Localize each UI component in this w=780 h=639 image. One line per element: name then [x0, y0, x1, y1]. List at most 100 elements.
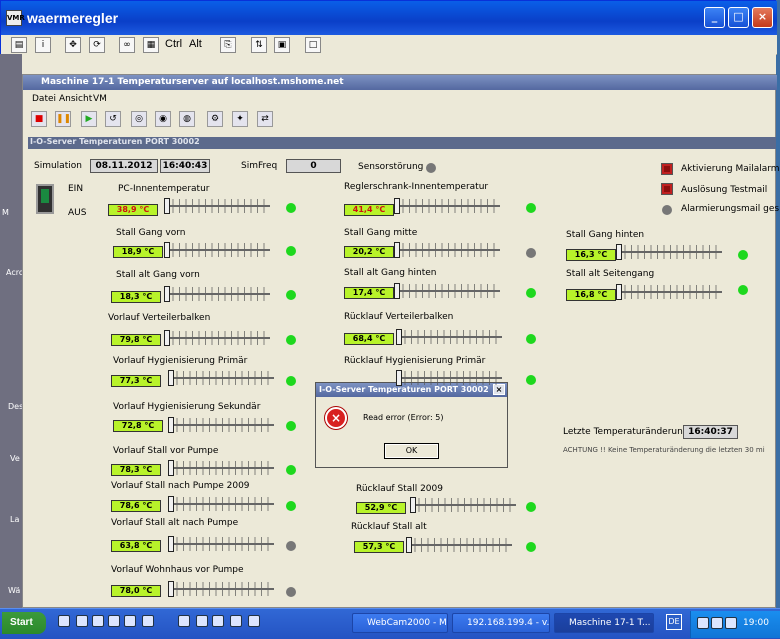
slider-thumb[interactable] [168, 536, 174, 552]
slider-thumb[interactable] [164, 330, 170, 346]
alt-key-button[interactable]: Alt [189, 38, 202, 50]
tray-security-icon[interactable] [725, 617, 737, 629]
task-maschine[interactable]: Maschine 17-1 T... [554, 613, 654, 633]
temperature-value: 16,8 °C [566, 289, 616, 301]
menu-vm[interactable]: VM [93, 94, 107, 104]
snapshot-icon[interactable]: ◎ [131, 111, 147, 127]
power-switch[interactable] [36, 184, 54, 214]
quicklaunch-app-icon[interactable] [124, 615, 136, 627]
temperature-slider[interactable] [164, 330, 274, 346]
vm-network-icon[interactable]: ✦ [232, 111, 248, 127]
ok-button[interactable]: OK [384, 443, 439, 459]
slider-thumb[interactable] [410, 497, 416, 513]
quicklaunch-tool-icon[interactable] [178, 615, 190, 627]
slider-thumb[interactable] [164, 286, 170, 302]
transfer-icon[interactable]: ⇅ [251, 37, 267, 53]
snapshot-manage-icon[interactable]: ◍ [179, 111, 195, 127]
temperature-slider[interactable] [164, 242, 274, 258]
test-mail-button[interactable] [661, 183, 673, 195]
quicklaunch-vm-icon[interactable] [248, 615, 260, 627]
quicklaunch-pen-icon[interactable] [196, 615, 208, 627]
save-icon[interactable]: ▣ [274, 37, 290, 53]
quicklaunch-ie-icon[interactable] [76, 615, 88, 627]
task-remote[interactable]: 192.168.199.4 - v... [452, 613, 550, 633]
tray-network-icon[interactable] [697, 617, 709, 629]
temperature-slider[interactable] [168, 536, 278, 552]
fullscreen-icon[interactable]: ✥ [65, 37, 81, 53]
vm-settings-icon[interactable]: ⚙ [207, 111, 223, 127]
slider-thumb[interactable] [616, 284, 622, 300]
close-button[interactable]: × [752, 7, 773, 28]
ctrl-key-button[interactable]: Ctrl [165, 38, 182, 50]
sensor-label: Vorlauf Stall vor Pumpe [113, 446, 219, 456]
inner-title-bar[interactable]: Maschine 17-1 Temperaturserver auf local… [23, 75, 777, 90]
minimize-button[interactable]: _ [704, 7, 725, 28]
slider-thumb[interactable] [164, 242, 170, 258]
temperature-slider[interactable] [616, 284, 726, 300]
stop-icon[interactable]: ■ [31, 111, 47, 127]
refresh-icon[interactable]: ⟳ [89, 37, 105, 53]
info-icon[interactable]: i [35, 37, 51, 53]
temperature-slider[interactable] [394, 242, 504, 258]
maximize-button[interactable]: □ [728, 7, 749, 28]
temperature-slider[interactable] [410, 497, 520, 513]
temperature-slider[interactable] [168, 581, 278, 597]
simfreq-value[interactable]: 0 [286, 159, 341, 173]
temperature-slider[interactable] [168, 417, 278, 433]
snapshot-restore-icon[interactable]: ◉ [155, 111, 171, 127]
slider-thumb[interactable] [168, 581, 174, 597]
slider-thumb[interactable] [394, 242, 400, 258]
quicklaunch-window-icon[interactable] [230, 615, 242, 627]
temperature-slider[interactable] [394, 198, 504, 214]
mail-alarm-button[interactable] [661, 163, 673, 175]
status-indicator [286, 465, 296, 475]
slider-thumb[interactable] [168, 496, 174, 512]
slider-thumb[interactable] [164, 198, 170, 214]
properties-icon[interactable]: ▤ [11, 37, 27, 53]
quicklaunch-paint-icon[interactable] [212, 615, 224, 627]
quicklaunch-folder-icon[interactable] [92, 615, 104, 627]
menu-datei[interactable]: Datei [32, 94, 56, 104]
frame-icon[interactable]: □ [305, 37, 321, 53]
slider-thumb[interactable] [406, 537, 412, 553]
slider-thumb[interactable] [396, 370, 402, 386]
slider-thumb[interactable] [394, 283, 400, 299]
vm-share-icon[interactable]: ⇄ [257, 111, 273, 127]
slider-thumb[interactable] [168, 460, 174, 476]
reset-icon[interactable]: ↺ [105, 111, 121, 127]
temperature-slider[interactable] [406, 537, 516, 553]
last-change-time: 16:40:37 [683, 425, 738, 439]
start-button[interactable]: Start [2, 612, 46, 634]
switch-knob[interactable] [41, 189, 49, 203]
slider-thumb[interactable] [394, 198, 400, 214]
copy-icon[interactable]: ⎘ [220, 37, 236, 53]
quicklaunch-desktop-icon[interactable] [58, 615, 70, 627]
quicklaunch-media-icon[interactable] [108, 615, 120, 627]
pause-icon[interactable]: ❚❚ [55, 111, 71, 127]
temperature-slider[interactable] [168, 496, 278, 512]
status-indicator [526, 288, 536, 298]
temperature-slider[interactable] [396, 370, 506, 386]
slider-thumb[interactable] [616, 244, 622, 260]
temperature-slider[interactable] [168, 370, 278, 386]
slider-thumb[interactable] [168, 417, 174, 433]
temperature-slider[interactable] [616, 244, 726, 260]
temperature-slider[interactable] [164, 198, 274, 214]
film-icon[interactable]: ▦ [143, 37, 159, 53]
language-indicator[interactable]: DE [666, 614, 682, 630]
temperature-slider[interactable] [168, 460, 278, 476]
slider-thumb[interactable] [168, 370, 174, 386]
slider-thumb[interactable] [396, 329, 402, 345]
link-icon[interactable]: ∞ [119, 37, 135, 53]
outer-title-bar[interactable]: VMR waermeregler _ □ × [1, 1, 777, 35]
temperature-slider[interactable] [394, 283, 504, 299]
temperature-value: 16,3 °C [566, 249, 616, 261]
menu-ansicht[interactable]: Ansicht [59, 94, 92, 104]
tray-volume-icon[interactable] [711, 617, 723, 629]
temperature-slider[interactable] [164, 286, 274, 302]
play-icon[interactable]: ▶ [81, 111, 97, 127]
quicklaunch-doc-icon[interactable] [142, 615, 154, 627]
strip-label: Des [8, 402, 24, 411]
temperature-slider[interactable] [396, 329, 506, 345]
task-webcam[interactable]: WebCam2000 - Mi... [352, 613, 448, 633]
